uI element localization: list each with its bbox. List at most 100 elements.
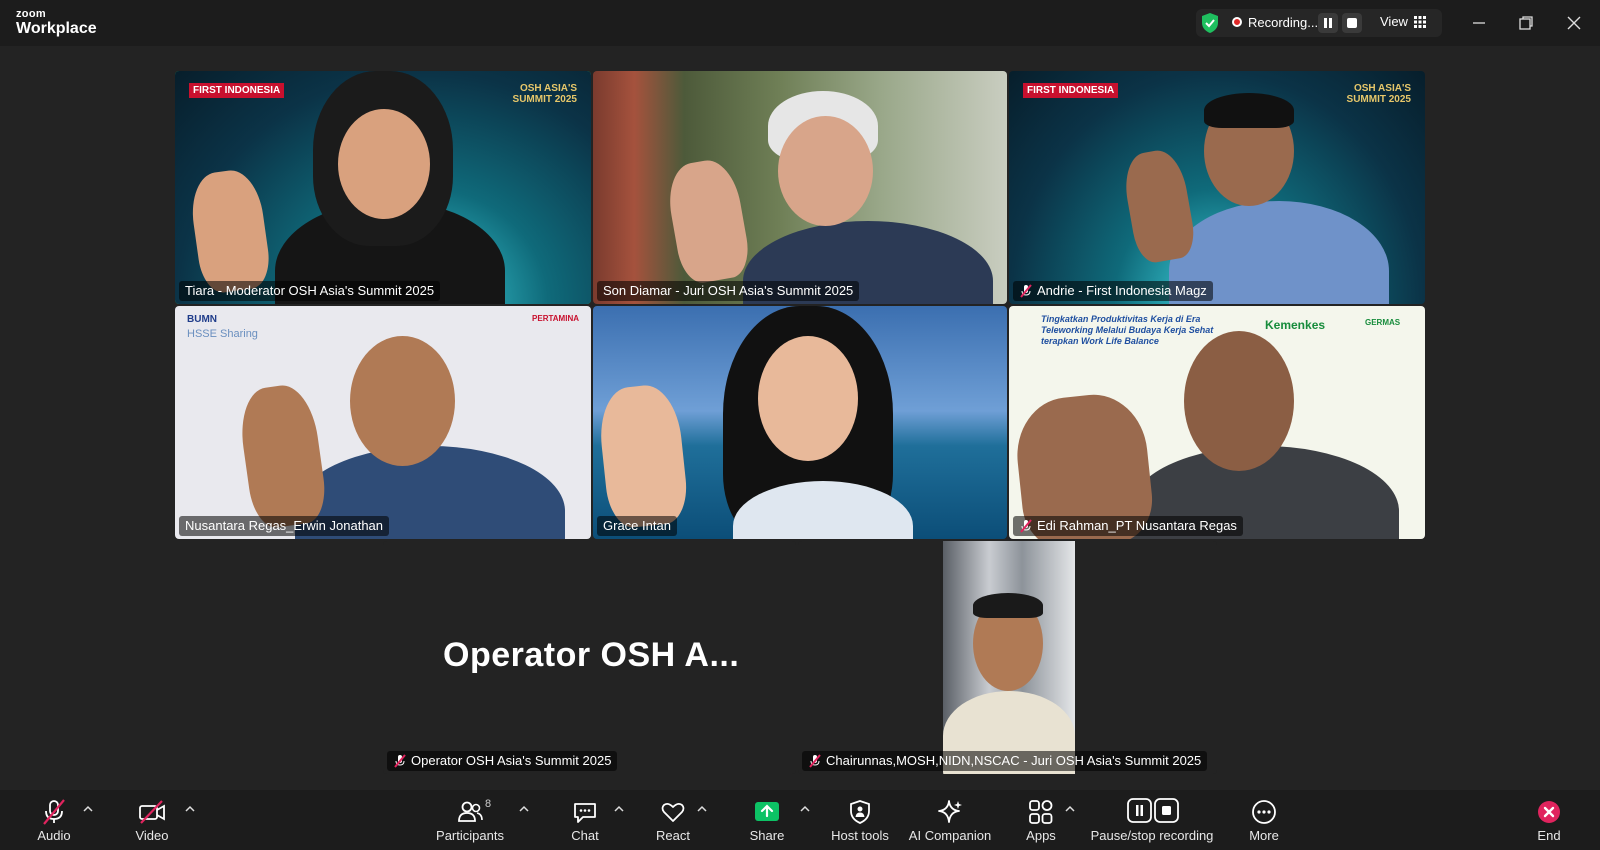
grid-view-icon[interactable] (1414, 16, 1426, 28)
participant-name: Nusantara Regas_Erwin Jonathan (185, 518, 384, 533)
muted-mic-icon (809, 754, 821, 768)
more-label: More (1249, 828, 1279, 843)
title-bar: zoom Workplace Recording... View (0, 0, 1600, 46)
muted-mic-icon (43, 799, 65, 825)
video-options-chevron-up-icon[interactable] (184, 804, 196, 814)
host-tools-button[interactable]: Host tools (824, 790, 896, 850)
apps-button[interactable]: Apps (1016, 790, 1066, 850)
participants-options-chevron-up-icon[interactable] (518, 804, 530, 814)
video-tile-edi-rahman[interactable]: Tingkatkan Produktivitas Kerja di Era Te… (1009, 306, 1425, 539)
react-label: React (656, 828, 690, 843)
chat-button[interactable]: Chat (560, 790, 610, 850)
participant-nameplate: Son Diamar - Juri OSH Asia's Summit 2025 (597, 281, 860, 301)
participant-nameplate: Nusantara Regas_Erwin Jonathan (179, 516, 390, 536)
audio-button[interactable]: Audio (26, 790, 82, 850)
minimize-icon[interactable] (1468, 12, 1490, 34)
view-button[interactable]: View (1380, 14, 1408, 29)
first-indonesia-banner: FIRST INDONESIA (189, 83, 285, 98)
video-tile-erwin-jonathan[interactable]: BUMN HSSE Sharing PERTAMINA Nusantara Re… (175, 306, 591, 539)
participant-nameplate: Grace Intan (597, 516, 677, 536)
video-tile-tiara[interactable]: FIRST INDONESIA OSH ASIA'S SUMMIT 2025 T… (175, 71, 591, 304)
osh-summit-logo: OSH ASIA'S SUMMIT 2025 (512, 83, 577, 105)
chat-options-chevron-up-icon[interactable] (613, 804, 625, 814)
pause-stop-recording-button[interactable]: Pause/stop recording (1090, 790, 1214, 850)
video-off-icon (139, 800, 165, 824)
recording-label: Recording... (1248, 15, 1319, 30)
osh-summit-logo: OSH ASIA'S SUMMIT 2025 (1346, 83, 1411, 105)
end-icon (1538, 801, 1560, 823)
participant-nameplate: Chairunnas,MOSH,NIDN,NSCAC - Juri OSH As… (802, 751, 1208, 771)
muted-mic-icon (1020, 284, 1032, 298)
participant-name: Grace Intan (603, 518, 671, 533)
share-label: Share (749, 828, 785, 843)
end-meeting-button[interactable]: End (1524, 790, 1574, 850)
participant-nameplate: Edi Rahman_PT Nusantara Regas (1013, 516, 1243, 536)
more-button[interactable]: More (1239, 790, 1289, 850)
apps-icon (1029, 800, 1053, 824)
pause-stop-recording-label: Pause/stop recording (1090, 828, 1214, 843)
stop-recording-button[interactable] (1342, 13, 1362, 33)
apps-options-chevron-up-icon[interactable] (1064, 804, 1076, 814)
shield-icon (850, 800, 870, 824)
ai-companion-label: AI Companion (908, 828, 992, 843)
participants-button[interactable]: Participants (432, 790, 508, 850)
participant-name: Andrie - First Indonesia Magz (1037, 283, 1207, 298)
muted-mic-icon (1020, 519, 1032, 533)
chat-icon (574, 803, 596, 823)
video-gallery: FIRST INDONESIA OSH ASIA'S SUMMIT 2025 T… (0, 46, 1600, 790)
camera-off-name: Operator OSH A... (443, 636, 740, 674)
video-tile-operator[interactable]: Operator OSH A... Operator OSH Asia's Su… (383, 541, 796, 774)
video-button[interactable]: Video (124, 790, 180, 850)
recording-dot-icon (1232, 17, 1242, 27)
participant-name: Son Diamar - Juri OSH Asia's Summit 2025 (603, 283, 854, 298)
germas-logo: GERMAS (1365, 318, 1401, 327)
video-label: Video (135, 828, 169, 843)
logo-line1: zoom (16, 8, 46, 20)
pause-recording-button[interactable] (1318, 13, 1338, 33)
sparkle-icon (938, 800, 962, 823)
meeting-toolbar: Audio Video Participants 8 Chat React Sh… (0, 790, 1600, 850)
hsse-sharing-label: HSSE Sharing (187, 328, 258, 340)
participant-name: Operator OSH Asia's Summit 2025 (411, 753, 612, 768)
participants-label: Participants (436, 828, 504, 843)
close-icon[interactable] (1563, 12, 1585, 34)
kemenkes-logo: Kemenkes (1265, 318, 1326, 332)
video-tile-son-diamar[interactable]: Son Diamar - Juri OSH Asia's Summit 2025 (593, 71, 1007, 304)
participant-name: Tiara - Moderator OSH Asia's Summit 2025 (185, 283, 435, 298)
video-tile-andrie[interactable]: FIRST INDONESIA OSH ASIA'S SUMMIT 2025 A… (1009, 71, 1425, 304)
muted-mic-icon (394, 754, 406, 768)
participants-count: 8 (485, 798, 492, 810)
host-tools-label: Host tools (831, 828, 889, 843)
react-button[interactable]: React (648, 790, 698, 850)
react-options-chevron-up-icon[interactable] (696, 804, 708, 814)
pause-stop-recording-icon (1127, 798, 1179, 823)
share-button[interactable]: Share (742, 790, 792, 850)
audio-options-chevron-up-icon[interactable] (82, 804, 94, 814)
participant-name: Chairunnas,MOSH,NIDN,NSCAC - Juri OSH As… (826, 753, 1202, 768)
chat-label: Chat (571, 828, 599, 843)
participant-name: Edi Rahman_PT Nusantara Regas (1037, 518, 1237, 533)
end-label: End (1537, 828, 1561, 843)
video-tile-chairunnas[interactable]: Chairunnas,MOSH,NIDN,NSCAC - Juri OSH As… (798, 541, 1217, 774)
webinar-title: Tingkatkan Produktivitas Kerja di Era Te… (1041, 314, 1214, 346)
heart-icon (661, 802, 685, 822)
audio-label: Audio (37, 828, 71, 843)
share-options-chevron-up-icon[interactable] (799, 804, 811, 814)
encryption-shield-icon[interactable] (1200, 12, 1220, 34)
apps-label: Apps (1026, 828, 1056, 843)
zoom-logo: zoom Workplace (16, 9, 97, 37)
participants-icon (458, 801, 483, 822)
ai-companion-button[interactable]: AI Companion (906, 790, 994, 850)
participant-nameplate: Operator OSH Asia's Summit 2025 (387, 751, 618, 771)
pertamina-logo: PERTAMINA (532, 314, 579, 323)
first-indonesia-banner: FIRST INDONESIA (1023, 83, 1119, 98)
logo-line2: Workplace (16, 20, 97, 37)
share-screen-icon (755, 802, 779, 821)
participant-video (943, 541, 1075, 774)
bumn-logo: BUMN (187, 314, 217, 325)
participant-nameplate: Andrie - First Indonesia Magz (1013, 281, 1213, 301)
more-icon (1252, 800, 1276, 824)
restore-icon[interactable] (1515, 12, 1537, 34)
video-tile-grace-intan[interactable]: Grace Intan (593, 306, 1007, 539)
participant-nameplate: Tiara - Moderator OSH Asia's Summit 2025 (179, 281, 441, 301)
